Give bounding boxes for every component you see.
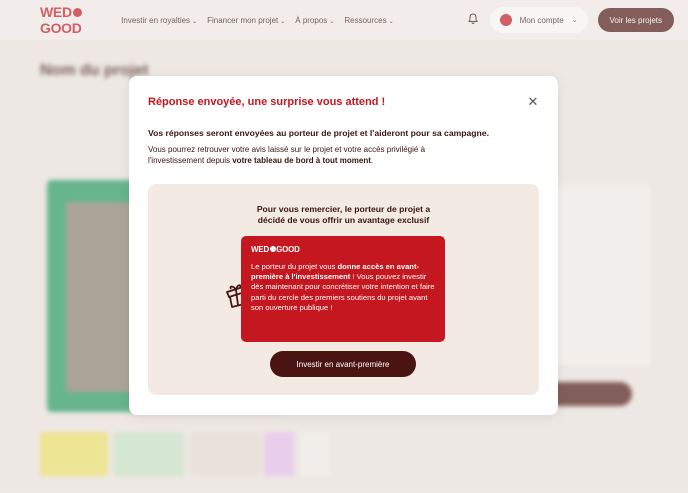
close-icon[interactable]: ✕: [525, 94, 541, 110]
early-access-text: Le porteur du projet vous donne accès en…: [251, 262, 435, 312]
invest-early-button[interactable]: Investir en avant-première: [270, 351, 416, 377]
reward-panel: Pour vous remercier, le porteur de proje…: [148, 184, 539, 395]
reward-intro: Pour vous remercier, le porteur de proje…: [256, 204, 431, 225]
card-wedogood-logo: WED GOOD: [251, 245, 300, 254]
confirmation-modal: Réponse envoyée, une surprise vous atten…: [129, 76, 558, 415]
modal-title: Réponse envoyée, une surprise vous atten…: [148, 96, 386, 108]
modal-body-text: Vous pourrez retrouver votre avis laissé…: [148, 145, 426, 165]
early-access-card: WED GOOD Le porteur du projet vous donne …: [241, 236, 445, 342]
modal-lead-text: Vos réponses seront envoyées au porteur …: [148, 128, 489, 138]
